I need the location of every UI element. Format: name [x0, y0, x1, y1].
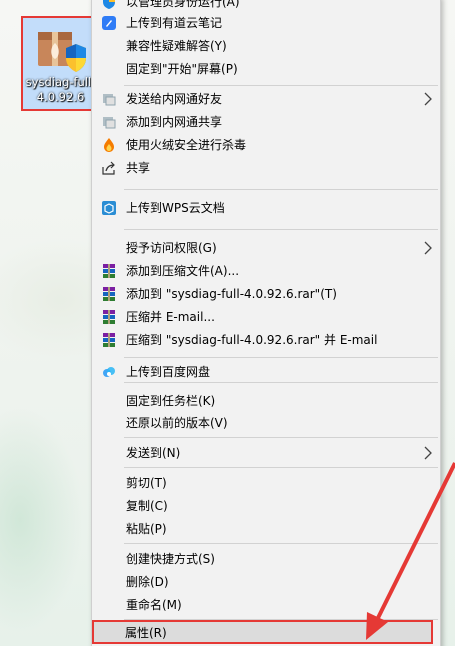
menu-separator [124, 382, 438, 383]
menu-item-compat-troubleshoot[interactable]: 兼容性疑难解答(Y) [92, 35, 440, 57]
huorong-flame-icon [101, 137, 117, 153]
intranet-send-icon [101, 91, 117, 107]
menu-item-cut[interactable]: 剪切(T) [92, 472, 440, 494]
menu-item-grant-access[interactable]: 授予访问权限(G) [92, 237, 440, 259]
menu-item-pin-taskbar[interactable]: 固定到任务栏(K) [92, 390, 440, 412]
context-menu: 以管理员身份运行(A) 上传到有道云笔记 兼容性疑难解答(Y) 固定到"开始"屏… [91, 0, 441, 646]
winrar-icon [101, 332, 117, 348]
menu-item-delete[interactable]: 删除(D) [92, 571, 440, 593]
menu-item-upload-wps[interactable]: 上传到WPS云文档 [92, 197, 440, 219]
baidu-netdisk-icon [101, 364, 117, 380]
menu-separator [124, 189, 438, 190]
menu-separator [124, 229, 438, 230]
desktop-file-label: sysdiag-full- 4.0.92.6 [25, 75, 96, 104]
intranet-share-icon [101, 114, 117, 130]
winrar-icon [101, 309, 117, 325]
menu-item-send-intranet-friend[interactable]: 发送给内网通好友 [92, 88, 440, 110]
share-icon [101, 160, 117, 176]
menu-item-copy[interactable]: 复制(C) [92, 495, 440, 517]
chevron-right-icon [424, 446, 432, 460]
menu-separator [124, 357, 438, 358]
menu-item-add-to-rar[interactable]: 添加到 "sysdiag-full-4.0.92.6.rar"(T) [92, 283, 440, 305]
menu-item-create-shortcut[interactable]: 创建快捷方式(S) [92, 548, 440, 570]
winrar-icon [101, 286, 117, 302]
winrar-icon [101, 263, 117, 279]
menu-item-rename[interactable]: 重命名(M) [92, 594, 440, 616]
chevron-right-icon [424, 92, 432, 106]
menu-item-restore-versions[interactable]: 还原以前的版本(V) [92, 412, 440, 434]
menu-separator [124, 467, 438, 468]
menu-item-upload-youdao[interactable]: 上传到有道云笔记 [92, 12, 440, 34]
menu-separator [124, 85, 438, 86]
menu-item-add-intranet-share[interactable]: 添加到内网通共享 [92, 111, 440, 133]
menu-separator [124, 437, 438, 438]
menu-item-huorong-scan[interactable]: 使用火绒安全进行杀毒 [92, 134, 440, 156]
menu-item-compress-email[interactable]: 压缩并 E-mail... [92, 306, 440, 328]
youdao-note-icon [101, 15, 117, 31]
menu-separator [124, 543, 438, 544]
menu-item-paste[interactable]: 粘贴(P) [92, 518, 440, 540]
menu-item-send-to[interactable]: 发送到(N) [92, 442, 440, 464]
wps-cloud-icon [101, 200, 117, 216]
chevron-right-icon [424, 241, 432, 255]
menu-item-share[interactable]: 共享 [92, 157, 440, 179]
shield-icon [101, 0, 117, 10]
menu-item-compress-rar-email[interactable]: 压缩到 "sysdiag-full-4.0.92.6.rar" 并 E-mail [92, 329, 440, 351]
menu-item-add-to-archive[interactable]: 添加到压缩文件(A)... [92, 260, 440, 282]
menu-item-upload-baidu[interactable]: 上传到百度网盘 [92, 361, 440, 383]
desktop-file-icon-sysdiag[interactable]: sysdiag-full- 4.0.92.6 [21, 16, 100, 111]
menu-item-properties[interactable]: 属性(R) [92, 620, 433, 644]
menu-item-pin-start[interactable]: 固定到"开始"屏幕(P) [92, 58, 440, 80]
installer-package-icon [37, 32, 86, 72]
